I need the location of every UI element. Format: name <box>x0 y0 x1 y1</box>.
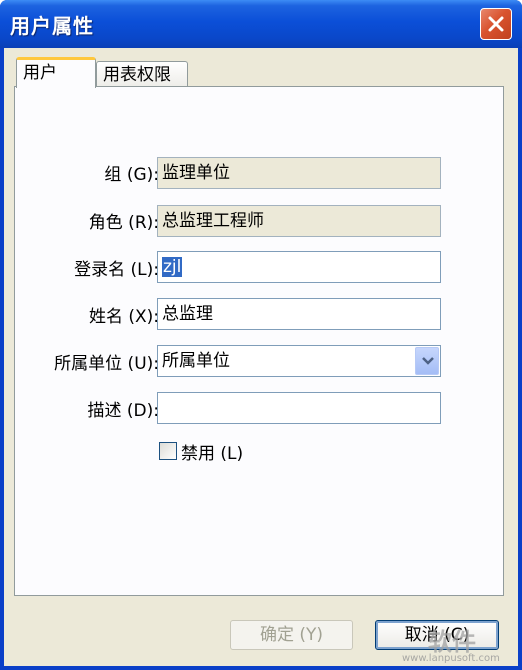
role-field: 总监理工程师 <box>157 205 441 237</box>
window-title: 用户属性 <box>10 14 94 38</box>
unit-label: 所属单位 (U): <box>54 354 159 374</box>
login-value: zjl <box>162 257 183 277</box>
title-bar[interactable]: 用户属性 <box>0 0 522 48</box>
disabled-checkbox-label[interactable]: 禁用 (L) <box>181 439 243 464</box>
unit-select-value: 所属单位 <box>162 351 230 371</box>
tab-user[interactable]: 用户 <box>16 57 96 88</box>
chevron-down-icon <box>422 357 434 365</box>
login-label: 登录名 (L): <box>74 260 159 280</box>
dialog-window: 用户属性 用户 用表权限 组 (G): 监理单位 角色 (R): 总监理工程师 … <box>0 0 522 670</box>
group-label: 组 (G): <box>104 165 159 185</box>
close-icon <box>488 16 504 32</box>
ok-button[interactable]: 确定 (Y) <box>230 620 353 650</box>
unit-select[interactable]: 所属单位 <box>157 345 441 377</box>
close-button[interactable] <box>480 8 512 40</box>
name-input[interactable]: 总监理 <box>157 298 441 330</box>
unit-dropdown-button[interactable] <box>415 347 439 375</box>
name-label: 姓名 (X): <box>88 307 159 327</box>
disabled-checkbox[interactable] <box>159 442 177 460</box>
login-input[interactable]: zjl <box>157 251 441 283</box>
tab-panel-user: 组 (G): 监理单位 角色 (R): 总监理工程师 登录名 (L): zjl … <box>14 86 504 596</box>
dialog-body: 用户 用表权限 组 (G): 监理单位 角色 (R): 总监理工程师 登录名 (… <box>4 48 518 666</box>
watermark-text: 软件 <box>428 628 476 656</box>
tab-table-permissions[interactable]: 用表权限 <box>96 61 188 89</box>
watermark-url: www.lanpusoft.com <box>402 653 500 664</box>
group-field: 监理单位 <box>157 157 441 189</box>
desc-input[interactable] <box>157 392 441 424</box>
role-label: 角色 (R): <box>88 213 159 233</box>
desc-label: 描述 (D): <box>87 401 160 421</box>
